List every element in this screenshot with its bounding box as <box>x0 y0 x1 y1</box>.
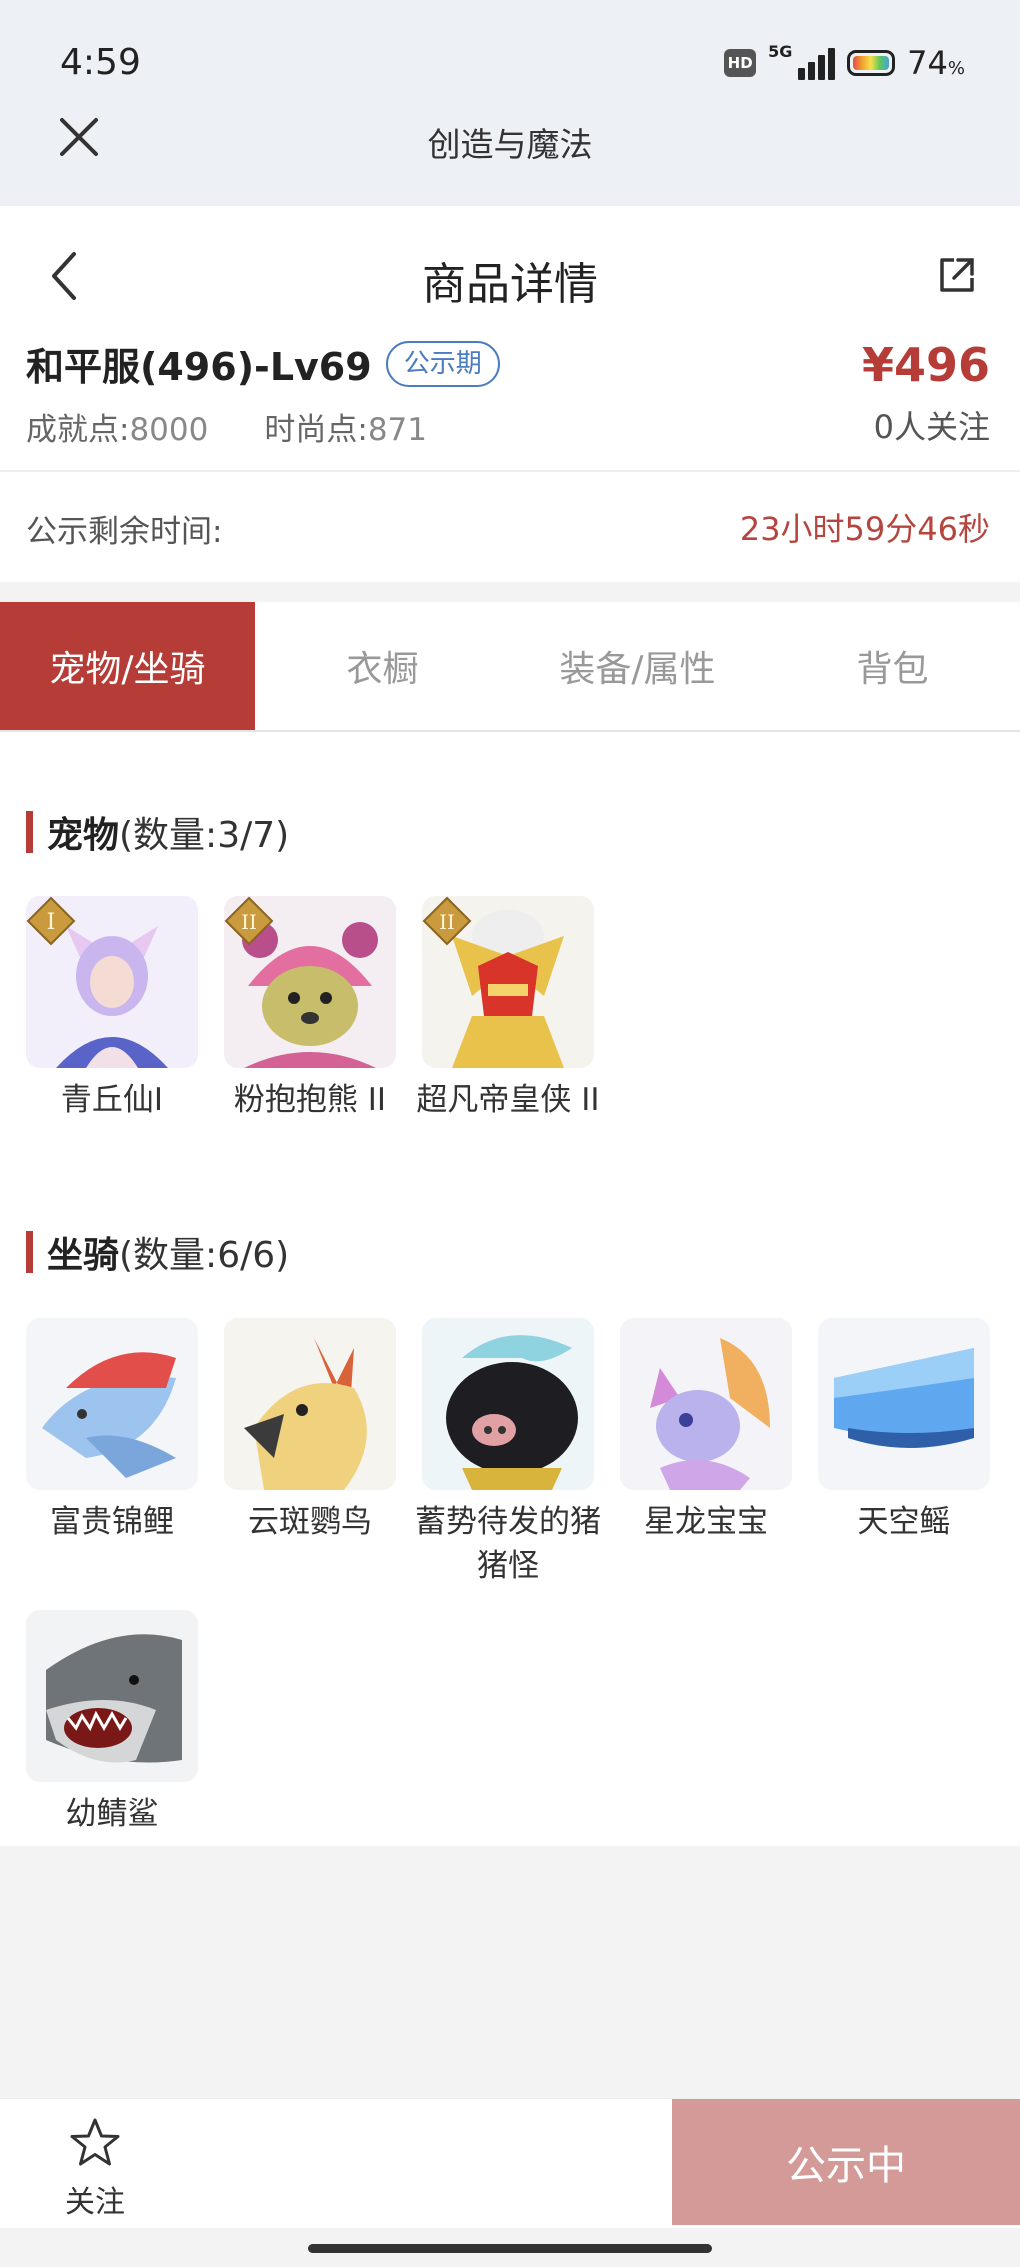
mount-image <box>818 1318 990 1490</box>
tab-backpack[interactable]: 背包 <box>765 602 1020 730</box>
follow-button[interactable]: 关注 <box>50 2117 140 2221</box>
pet-image: II <box>422 896 594 1068</box>
hd-icon: HD <box>724 49 757 77</box>
mount-name: 云斑鹦鸟 <box>248 1504 372 1540</box>
tab-wardrobe[interactable]: 衣橱 <box>255 602 510 730</box>
svg-text:II: II <box>439 910 455 934</box>
product-name: 和平服(496)-Lv69 公示期 <box>26 336 500 391</box>
page-title: 商品详情 <box>422 259 598 310</box>
status-time: 4:59 <box>60 42 141 83</box>
price: ¥496 <box>861 338 990 392</box>
mount-name: 富贵锦鲤 <box>50 1504 174 1540</box>
countdown-row: 公示剩余时间: 23小时59分46秒 <box>0 472 1020 582</box>
pets-section-title: 宠物 (数量:3/7) <box>26 806 289 858</box>
pet-name: 超凡帝皇侠 II <box>416 1082 600 1118</box>
pet-item[interactable]: I 青丘仙I <box>26 896 198 1122</box>
tab-pets-mounts[interactable]: 宠物/坐骑 <box>0 602 255 730</box>
countdown-value: 23小时59分46秒 <box>739 510 990 548</box>
tab-bar: 宠物/坐骑 衣橱 装备/属性 背包 <box>0 602 1020 732</box>
mount-item[interactable]: 蓄势待发的猪猪怪 <box>415 1318 601 1588</box>
tab-content: 宠物 (数量:3/7) I 青丘仙I II 粉抱抱熊 II II 超凡帝皇侠 I… <box>0 732 1020 1846</box>
svg-text:II: II <box>241 910 257 934</box>
rank-badge-icon: I <box>26 896 76 946</box>
mount-image <box>620 1318 792 1490</box>
signal-icon: 5G <box>768 42 836 80</box>
bottom-action-bar: 关注 公示中 <box>0 2098 1020 2228</box>
pet-image: II <box>224 896 396 1068</box>
svg-text:I: I <box>47 910 56 935</box>
mount-image <box>26 1318 198 1490</box>
mounts-grid: 富贵锦鲤 云斑鹦鸟 蓄势待发的猪猪怪 星龙宝宝 天空鳐 幼鲭鲨 <box>26 1318 990 1836</box>
phase-badge: 公示期 <box>385 340 500 387</box>
top-bar: 4:59 HD 5G 74% 创造与魔法 <box>0 0 1020 206</box>
share-icon[interactable] <box>936 254 978 296</box>
mount-item[interactable]: 云斑鹦鸟 <box>224 1318 396 1588</box>
countdown-label: 公示剩余时间: <box>26 514 223 550</box>
follower-count: 0人关注 <box>873 408 990 446</box>
network-type: 5G <box>768 42 793 61</box>
public-status-button[interactable]: 公示中 <box>672 2099 1020 2225</box>
mount-name: 星龙宝宝 <box>644 1504 768 1540</box>
tab-equipment[interactable]: 装备/属性 <box>510 602 765 730</box>
app-title: 创造与魔法 <box>427 125 593 164</box>
pet-item[interactable]: II 超凡帝皇侠 II <box>416 896 600 1122</box>
follow-label: 关注 <box>65 2185 125 2220</box>
pet-item[interactable]: II 粉抱抱熊 II <box>224 896 396 1122</box>
stats: 成就点:8000 时尚点:871 <box>26 404 427 449</box>
status-indicators: HD 5G 74% <box>724 42 965 82</box>
mount-item[interactable]: 星龙宝宝 <box>620 1318 792 1588</box>
mount-image <box>26 1610 198 1782</box>
mount-item[interactable]: 富贵锦鲤 <box>26 1318 198 1588</box>
product-header: 商品详情 和平服(496)-Lv69 公示期 ¥496 成就点:8000 时尚点… <box>0 206 1020 472</box>
rank-badge-icon: II <box>224 896 274 946</box>
mount-item[interactable]: 幼鲭鲨 <box>26 1610 198 1836</box>
achievement-stat: 成就点:8000 <box>26 412 209 448</box>
pet-image: I <box>26 896 198 1068</box>
pets-grid: I 青丘仙I II 粉抱抱熊 II II 超凡帝皇侠 II <box>26 896 990 1122</box>
mount-image <box>422 1318 594 1490</box>
mount-name: 天空鳐 <box>857 1504 951 1540</box>
mount-name: 幼鲭鲨 <box>65 1796 159 1832</box>
home-indicator[interactable] <box>308 2244 712 2253</box>
star-icon <box>70 2118 120 2166</box>
fashion-stat: 时尚点:871 <box>264 412 427 448</box>
battery-icon <box>847 50 896 76</box>
mount-name: 蓄势待发的猪猪怪 <box>415 1504 601 1584</box>
rank-badge-icon: II <box>422 896 472 946</box>
mount-item[interactable]: 天空鳐 <box>818 1318 990 1588</box>
pet-name: 粉抱抱熊 II <box>233 1082 387 1118</box>
battery-percent: 74% <box>907 44 965 82</box>
mounts-section-title: 坐骑 (数量:6/6) <box>26 1226 289 1278</box>
pet-name: 青丘仙I <box>60 1082 164 1118</box>
mount-image <box>224 1318 396 1490</box>
